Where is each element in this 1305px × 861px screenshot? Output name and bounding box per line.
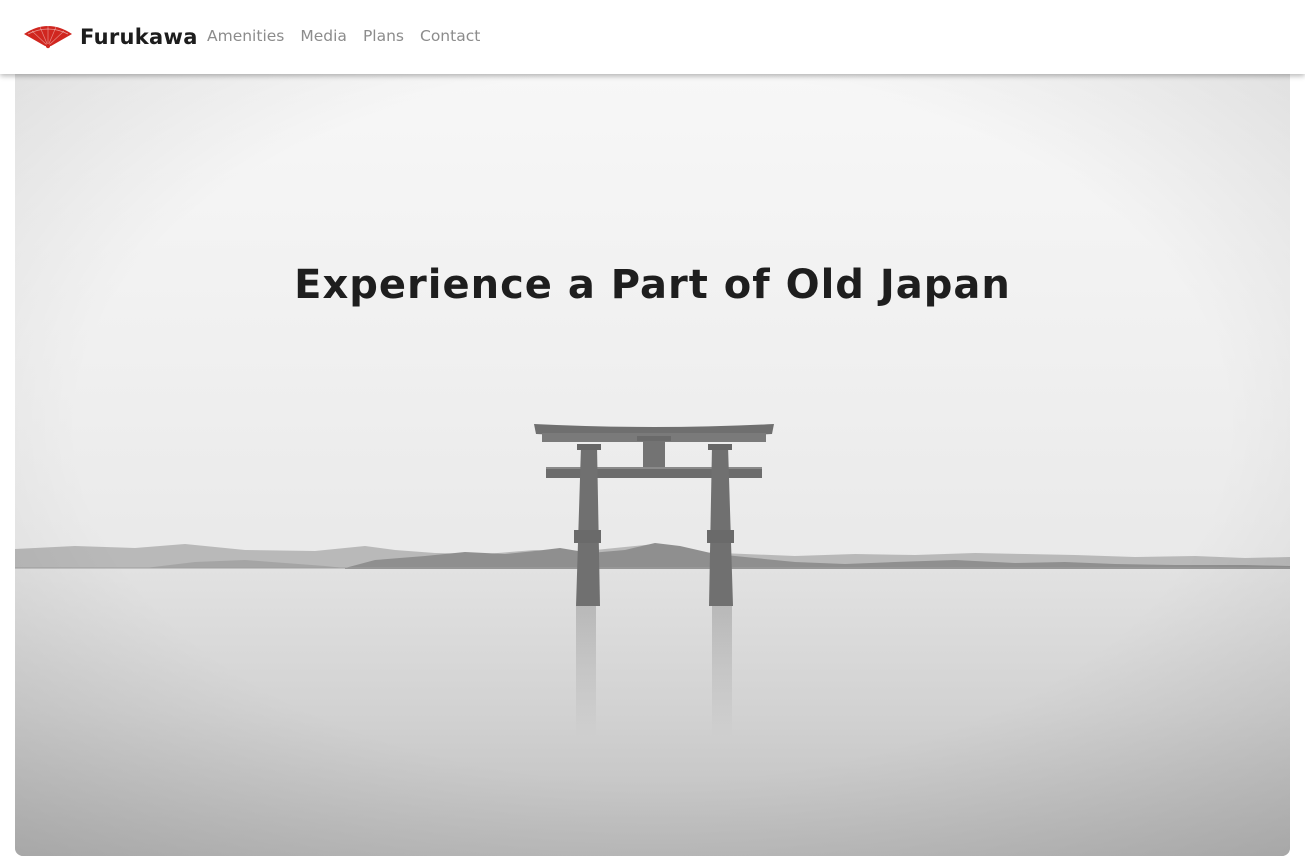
nav-link-plans[interactable]: Plans [363, 27, 404, 45]
brand-name: Furukawa [80, 25, 198, 49]
hero-title: Experience a Part of Old Japan [294, 262, 1011, 308]
torii-gate-lake-photo [15, 74, 1290, 856]
nav-menu: Amenities Media Plans Contact [207, 27, 480, 46]
navbar: Furukawa Amenities Media Plans Contact [0, 0, 1305, 74]
brand-link[interactable]: Furukawa [22, 22, 198, 52]
nav-link-media[interactable]: Media [300, 27, 347, 45]
nav-link-amenities[interactable]: Amenities [207, 27, 284, 45]
nav-link-contact[interactable]: Contact [420, 27, 480, 45]
hero-section: Experience a Part of Old Japan [15, 74, 1290, 856]
folding-fan-icon [24, 26, 72, 49]
